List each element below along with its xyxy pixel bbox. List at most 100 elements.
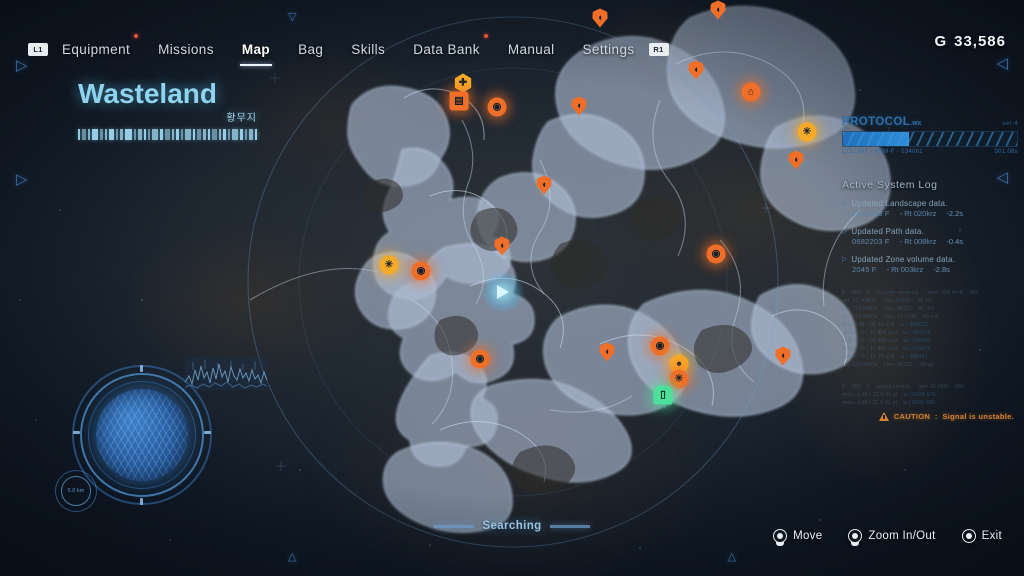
nav-item-manual[interactable]: Manual (494, 42, 569, 57)
nav-item-map[interactable]: Map (228, 42, 284, 66)
marker-glyph-icon: ◉ (411, 261, 431, 281)
barcode-bar (105, 129, 107, 140)
marker-glyph-icon: ◖ (599, 342, 615, 362)
log-delta: -0.4s (946, 237, 964, 246)
telemetry-row: seleat 70 / 05 860 unit w / 246081 (842, 338, 1018, 344)
radar-tick-s (140, 498, 143, 505)
telemetry-row: sec 728 kMPa / sec 20331 40 mJ (842, 306, 1018, 312)
log-message: Updated Path data. (851, 227, 924, 236)
action-hint-exit[interactable]: Exit (961, 529, 1002, 543)
action-hint-label: Move (793, 530, 823, 542)
left-bumper-badge[interactable]: L1 (28, 42, 48, 56)
telemetry-cell: w / 787623 (903, 330, 931, 336)
telemetry-cell: 08s (955, 384, 965, 390)
nav-item-equipment[interactable]: Equipment (48, 33, 144, 57)
map-marker-outpost-1[interactable]: ⌂ (741, 82, 761, 102)
log-rate: - Rt 008krz (899, 237, 937, 246)
telemetry-cell: -3Pag (918, 362, 934, 368)
action-hint-zoom-in-out[interactable]: Zoom In/Out (848, 529, 935, 543)
signal-waveform-graphic (185, 358, 267, 390)
map-marker-medical[interactable]: ✚ (454, 73, 473, 93)
telemetry-cell: selec q 08 / 12 0.41 pt (842, 392, 898, 398)
player-position-marker (480, 272, 526, 312)
nav-item-skills[interactable]: Skills (337, 42, 399, 57)
map-marker-resource-1[interactable]: ✳ (797, 122, 817, 142)
telemetry-cell: seleat 70 / 11 402 unit (842, 346, 898, 352)
action-hint-bar[interactable]: Move Zoom In/Out Exit (773, 529, 1002, 543)
map-marker-cave-9[interactable]: ◖ (774, 346, 793, 366)
map-marker-objective-3[interactable]: ◉ (411, 261, 431, 281)
action-hint-move[interactable]: Move (773, 529, 822, 543)
right-bumper-badge[interactable]: R1 (648, 42, 669, 56)
barcode-bar (109, 129, 114, 140)
barcode-bar (160, 129, 163, 140)
log-value: 2937829 F (852, 209, 890, 218)
map-marker-container[interactable]: ▤ (449, 91, 469, 111)
log-delta: -2.8s (933, 265, 950, 274)
map-marker-cave-4[interactable]: ◖ (570, 96, 589, 116)
nav-item-label: Bag (298, 41, 324, 57)
nav-item-list[interactable]: Equipment Missions Map Bag Skills Data Bank Ma… (48, 33, 649, 66)
map-marker-resource-2[interactable]: ✳ (379, 255, 399, 275)
region-title-block: Wasteland 황무지 (78, 80, 257, 140)
marker-glyph-icon: ◖ (775, 346, 791, 366)
map-marker-objective-4[interactable]: ◉ (470, 349, 490, 369)
action-hint-label: Exit (981, 530, 1002, 542)
barcode-bar (152, 129, 158, 140)
edge-arrow-bottom-right: △ (727, 551, 736, 563)
telemetry-cell: sec 27 mMHz (842, 298, 876, 304)
system-log-entry: ▷ Updated Path data. 0682203 F - Rt 008krz -… (842, 227, 1018, 246)
telemetry-row: sec 720 kMPa / sec 12 c138 40 mJ (842, 314, 1018, 320)
currency-amount: 33,586 (954, 33, 1006, 50)
map-marker-gate[interactable]: ▯ (653, 385, 673, 405)
circle-button-icon (961, 529, 976, 543)
barcode-bar (219, 129, 221, 140)
barcode-bar (228, 129, 230, 140)
barcode-bar (125, 129, 132, 140)
barcode-bar (255, 129, 257, 140)
top-navigation-bar[interactable]: L1 Equipment Missions Map Bag Skills Data Ban… (0, 33, 1024, 66)
telemetry-cell: 40 mJ (922, 314, 938, 320)
nav-item-label: Data Bank (413, 41, 480, 57)
system-log-title: Active System Log (842, 179, 938, 191)
caution-banner: CAUTION : Signal is unstable. (878, 412, 1014, 421)
telemetry-cell: w / 090417 (900, 354, 928, 360)
telemetry-cell: 40 mJ (918, 306, 934, 312)
map-marker-cave-5[interactable]: ◖ (535, 175, 554, 195)
map-marker-cave-2[interactable]: ◖ (709, 0, 728, 20)
nav-item-bag[interactable]: Bag (284, 42, 337, 57)
map-marker-objective-1[interactable]: ◉ (487, 97, 507, 117)
protocol-header: PROTOCOL.wx ver-4 (842, 116, 1018, 128)
telemetry-cell: / sec 20331 (883, 306, 913, 312)
log-delta: -2.2s (946, 209, 964, 218)
map-marker-cave-7[interactable]: ◖ (787, 150, 806, 170)
nav-item-data-bank[interactable]: Data Bank (399, 33, 494, 57)
map-marker-objective-2[interactable]: ◉ (706, 244, 726, 264)
marker-glyph-icon: ◖ (494, 236, 510, 256)
radar-scale-widget: 0.0 km (55, 470, 97, 512)
barcode-bar (92, 129, 98, 140)
nav-item-settings[interactable]: Settings (569, 42, 649, 57)
map-marker-objective-5[interactable]: ◉ (650, 336, 670, 356)
log-arrow-icon: ▷ (842, 256, 848, 263)
map-marker-cave-8[interactable]: ◖ (598, 342, 617, 362)
map-marker-cave-1[interactable]: ◖ (591, 8, 610, 28)
right-stick-icon (848, 529, 863, 543)
telemetry-cell: - gen 20 kMR (915, 384, 950, 390)
telemetry-cell: 080 (851, 384, 861, 390)
map-marker-cave-6[interactable]: ◖ (493, 236, 512, 256)
region-barcode-graphic (78, 129, 257, 140)
marker-glyph-icon: ⌂ (741, 82, 761, 102)
caution-separator: : (932, 412, 941, 421)
nav-item-label: Manual (507, 41, 555, 57)
telemetry-cell: w / 246081 (903, 338, 932, 344)
log-value: 2045 F (852, 265, 877, 274)
telemetry-cell: / sec 00303 (881, 298, 911, 304)
telemetry-cell: - spec 034 mVR (923, 290, 964, 296)
telemetry-cell: 40 mJ (916, 298, 933, 304)
telemetry-cell: selec q 08 / 11 0.91 pt (842, 400, 898, 406)
protocol-footer-right: 001.08s (994, 149, 1018, 155)
nav-item-missions[interactable]: Missions (144, 42, 228, 57)
system-log-list: ▷ Updated Landscape data. 2937829 F- Rt 02… (842, 199, 1018, 274)
telemetry-cell: seleat 70 / 05 860 unit (842, 338, 898, 344)
